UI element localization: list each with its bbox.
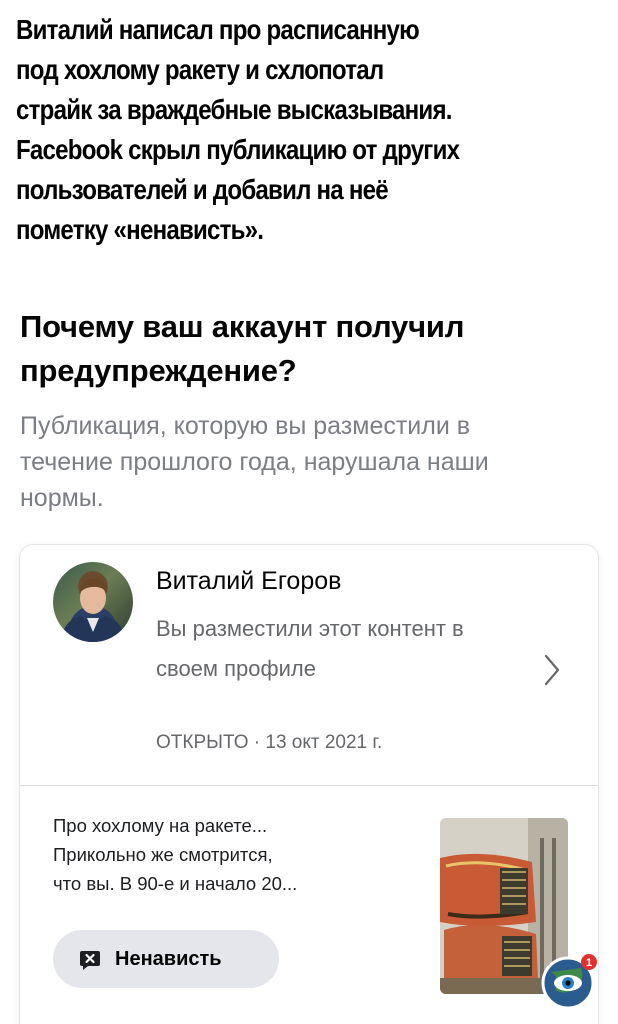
- hate-violation-tag[interactable]: Ненависть: [53, 930, 279, 988]
- visibility-status: ОТКРЫТО: [156, 732, 249, 753]
- caption-line: страйк за враждебные высказывания.: [16, 94, 452, 125]
- avatar: [53, 562, 133, 642]
- eye-globe-logo: 1: [541, 954, 597, 1010]
- speech-bubble-x-icon: [80, 951, 100, 970]
- post-date: 13 окт 2021 г.: [265, 732, 383, 753]
- tag-label: Ненависть: [115, 948, 222, 970]
- post-snippet[interactable]: Про хохлому на ракете... Прикольно же см…: [53, 811, 393, 898]
- caption-line: под хохлому ракету и схлопотал: [16, 54, 384, 85]
- caption-line: пользователей и добавил на неё: [16, 174, 389, 205]
- warning-heading: Почему ваш аккаунт получил предупреждени…: [20, 309, 465, 388]
- warning-subheading: Публикация, которую вы разместили в тече…: [20, 412, 489, 512]
- snippet-line: Про хохлому на ракете...: [53, 815, 268, 836]
- chevron-right-icon[interactable]: [540, 650, 564, 690]
- post-header[interactable]: Виталий Егоров Вы разместили этот контен…: [20, 545, 598, 785]
- author-name[interactable]: Виталий Егоров: [156, 565, 341, 597]
- caption-line: Виталий написал про расписанную: [16, 14, 420, 45]
- posted-location-text: Вы разместили этот контент в своем профи…: [156, 616, 464, 681]
- snippet-line: Прикольно же смотрится,: [53, 844, 273, 865]
- snippet-line: что вы. В 90-е и начало 20...: [53, 873, 298, 894]
- post-meta: ОТКРЫТО · 13 окт 2021 г.: [156, 729, 382, 757]
- avatar-portrait-icon: [61, 578, 125, 642]
- watermark-badge-count: 1: [586, 957, 592, 969]
- caption-line: пометку «ненависть».: [16, 214, 264, 245]
- card-divider: [20, 785, 598, 786]
- meta-separator: ·: [253, 732, 261, 753]
- caption-line: Facebook скрыл публикацию от других: [16, 134, 460, 165]
- violating-post-card[interactable]: Виталий Егоров Вы разместили этот контен…: [19, 544, 599, 1024]
- meme-caption: Виталий написал про расписанную под хохл…: [16, 10, 609, 250]
